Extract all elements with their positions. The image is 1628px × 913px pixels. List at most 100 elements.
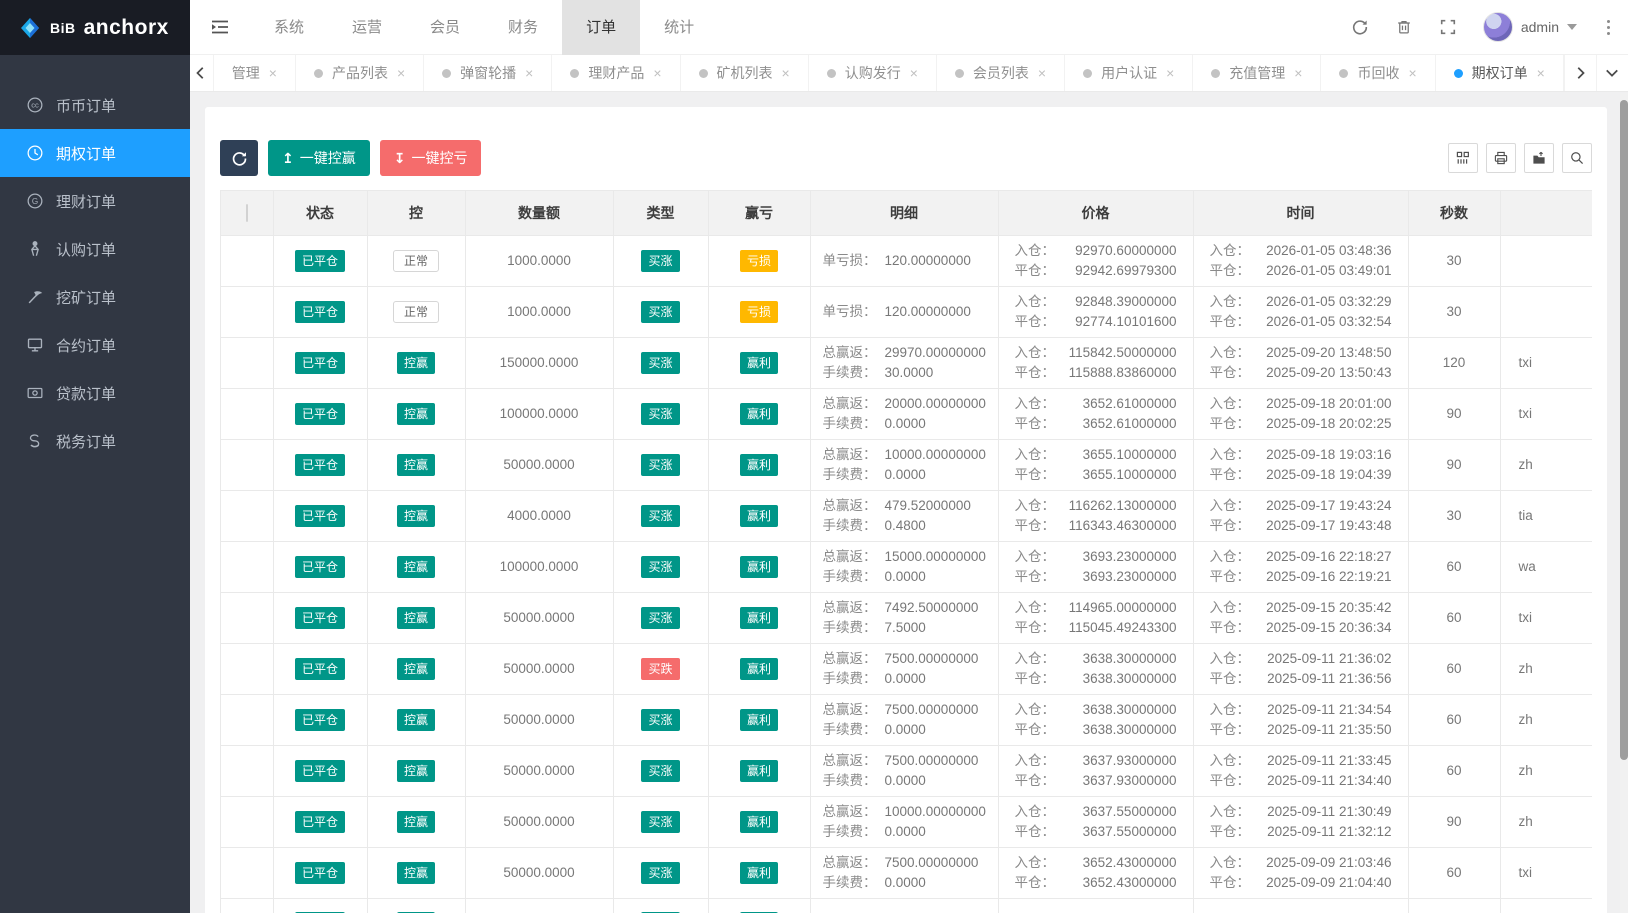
- columns-filter-icon[interactable]: [1448, 143, 1478, 173]
- control-cell: 控赢: [367, 541, 466, 593]
- tab-close-icon[interactable]: ×: [1408, 66, 1416, 80]
- cell-value: 0.0000: [884, 772, 926, 788]
- sidebar-item-finance-orders[interactable]: G 理财订单: [0, 177, 190, 225]
- cell-label: 手续费：: [822, 721, 877, 737]
- status-cell: 已平仓: [273, 388, 368, 440]
- search-zoom-icon[interactable]: [1562, 143, 1592, 173]
- top-menu-item[interactable]: 统计: [640, 0, 718, 55]
- control-button[interactable]: 正常: [392, 300, 439, 323]
- tab-label: 产品列表: [331, 65, 388, 81]
- force-win-button[interactable]: ↥ 一键控赢: [268, 140, 370, 176]
- tabs-scroll-left-icon[interactable]: [190, 55, 214, 91]
- force-lose-button[interactable]: ↧ 一键控亏: [379, 140, 482, 176]
- user-menu[interactable]: admin: [1482, 12, 1577, 42]
- cell-label: 平仓：: [1209, 772, 1251, 788]
- cell-value: 2025-09-18 19:04:39: [1266, 466, 1392, 482]
- cell-label: 入仓：: [1014, 548, 1056, 564]
- sidebar-item-tax-orders[interactable]: 税务订单: [0, 417, 190, 465]
- tab-充值管理[interactable]: 充值管理 ×: [1193, 55, 1322, 91]
- cell-value: 3652.43000000: [1082, 854, 1177, 870]
- control-button[interactable]: 控赢: [396, 351, 435, 374]
- select-all-checkbox[interactable]: [245, 203, 248, 222]
- control-button[interactable]: 控赢: [396, 555, 435, 578]
- trash-icon[interactable]: [1395, 18, 1413, 36]
- top-menu-item[interactable]: 财务: [484, 0, 562, 55]
- control-button[interactable]: 控赢: [396, 861, 435, 884]
- avatar[interactable]: [1482, 12, 1513, 42]
- tab-close-icon[interactable]: ×: [782, 66, 790, 80]
- export-icon[interactable]: [1524, 143, 1554, 173]
- cell-value: 115842.50000000: [1068, 344, 1177, 360]
- cell-value: 2025-09-15 20:36:34: [1266, 619, 1392, 635]
- control-cell: 控赢: [367, 745, 466, 797]
- more-options-icon[interactable]: [1603, 18, 1614, 37]
- control-button[interactable]: 正常: [392, 249, 439, 272]
- amount-cell: 50000.0000: [465, 847, 614, 899]
- tab-close-icon[interactable]: ×: [1537, 66, 1545, 80]
- down-arrow-icon: ↧: [393, 149, 406, 166]
- tabs-scroll-right-icon[interactable]: [1563, 55, 1596, 91]
- top-menu-item[interactable]: 系统: [250, 0, 328, 55]
- tab-矿机列表[interactable]: 矿机列表 ×: [681, 55, 809, 91]
- tab-产品列表[interactable]: 产品列表 ×: [296, 55, 425, 91]
- cell-value: 3638.30000000: [1082, 721, 1177, 737]
- tab-理财产品[interactable]: 理财产品 ×: [552, 55, 681, 91]
- tab-认购发行[interactable]: 认购发行 ×: [809, 55, 937, 91]
- cell-value: 30.0000: [884, 364, 934, 380]
- control-button[interactable]: 控赢: [396, 504, 435, 527]
- control-button[interactable]: 控赢: [396, 402, 435, 425]
- cell-label: 入仓：: [1209, 395, 1251, 411]
- tab-币回收[interactable]: 币回收 ×: [1321, 55, 1436, 91]
- sidebar-item-contract-orders[interactable]: 合约订单: [0, 321, 190, 369]
- detail-cell: 总赢返： 20000.00000000 手续费： 0.0000: [810, 388, 999, 440]
- tab-close-icon[interactable]: ×: [269, 66, 277, 80]
- control-button[interactable]: 控赢: [396, 453, 435, 476]
- refresh-icon[interactable]: [1351, 18, 1369, 36]
- type-cell: 买涨: [613, 541, 709, 593]
- top-menu-item[interactable]: 会员: [406, 0, 484, 55]
- tabs-dropdown-icon[interactable]: [1595, 55, 1628, 91]
- cell-label: 平仓：: [1209, 364, 1251, 380]
- cell-label: 入仓：: [1209, 599, 1251, 615]
- cell-label: 平仓：: [1014, 313, 1056, 329]
- control-button[interactable]: 控赢: [396, 606, 435, 629]
- tab-期权订单[interactable]: 期权订单 ×: [1436, 55, 1564, 91]
- tab-close-icon[interactable]: ×: [1166, 66, 1174, 80]
- tab-close-icon[interactable]: ×: [653, 66, 661, 80]
- amount-cell: 1000.0000: [465, 235, 614, 287]
- cell-label: 平仓：: [1209, 415, 1251, 431]
- tab-close-icon[interactable]: ×: [1038, 66, 1046, 80]
- sidebar-item-option-orders[interactable]: 期权订单: [0, 129, 190, 177]
- tab-label: 理财产品: [588, 65, 645, 81]
- tab-管理[interactable]: 管理 ×: [214, 55, 296, 91]
- sidebar-toggle-icon[interactable]: [190, 0, 250, 55]
- svg-text:cc: cc: [31, 101, 39, 110]
- tab-close-icon[interactable]: ×: [525, 66, 533, 80]
- sidebar-item-loan-orders[interactable]: 贷款订单: [0, 369, 190, 417]
- cell-value: 3638.30000000: [1082, 670, 1177, 686]
- pickaxe-icon: [26, 288, 44, 306]
- tab-close-icon[interactable]: ×: [397, 66, 405, 80]
- tab-用户认证[interactable]: 用户认证 ×: [1065, 55, 1194, 91]
- cell-label: 平仓：: [1014, 517, 1056, 533]
- refresh-table-button[interactable]: [220, 140, 258, 176]
- cell-value: 0.0000: [884, 721, 926, 737]
- column-header: [221, 191, 274, 236]
- control-button[interactable]: 控赢: [396, 810, 435, 833]
- control-button[interactable]: 控赢: [396, 657, 435, 680]
- print-icon[interactable]: [1486, 143, 1516, 173]
- control-button[interactable]: 控赢: [396, 759, 435, 782]
- control-button[interactable]: 控赢: [396, 708, 435, 731]
- sidebar-item-mining-orders[interactable]: 挖矿订单: [0, 273, 190, 321]
- fullscreen-icon[interactable]: [1439, 18, 1457, 36]
- tab-close-icon[interactable]: ×: [1294, 66, 1302, 80]
- tab-会员列表[interactable]: 会员列表 ×: [937, 55, 1066, 91]
- top-menu-item[interactable]: 运营: [328, 0, 406, 55]
- user-cell: zh: [1500, 745, 1592, 797]
- top-menu-item[interactable]: 订单: [562, 0, 641, 55]
- scrollbar-thumb[interactable]: [1620, 100, 1628, 760]
- tab-close-icon[interactable]: ×: [910, 66, 918, 80]
- tab-弹窗轮播[interactable]: 弹窗轮播 ×: [424, 55, 553, 91]
- sidebar-item-coin-orders[interactable]: cc 币币订单: [0, 81, 190, 129]
- sidebar-item-subscribe-orders[interactable]: 认购订单: [0, 225, 190, 273]
